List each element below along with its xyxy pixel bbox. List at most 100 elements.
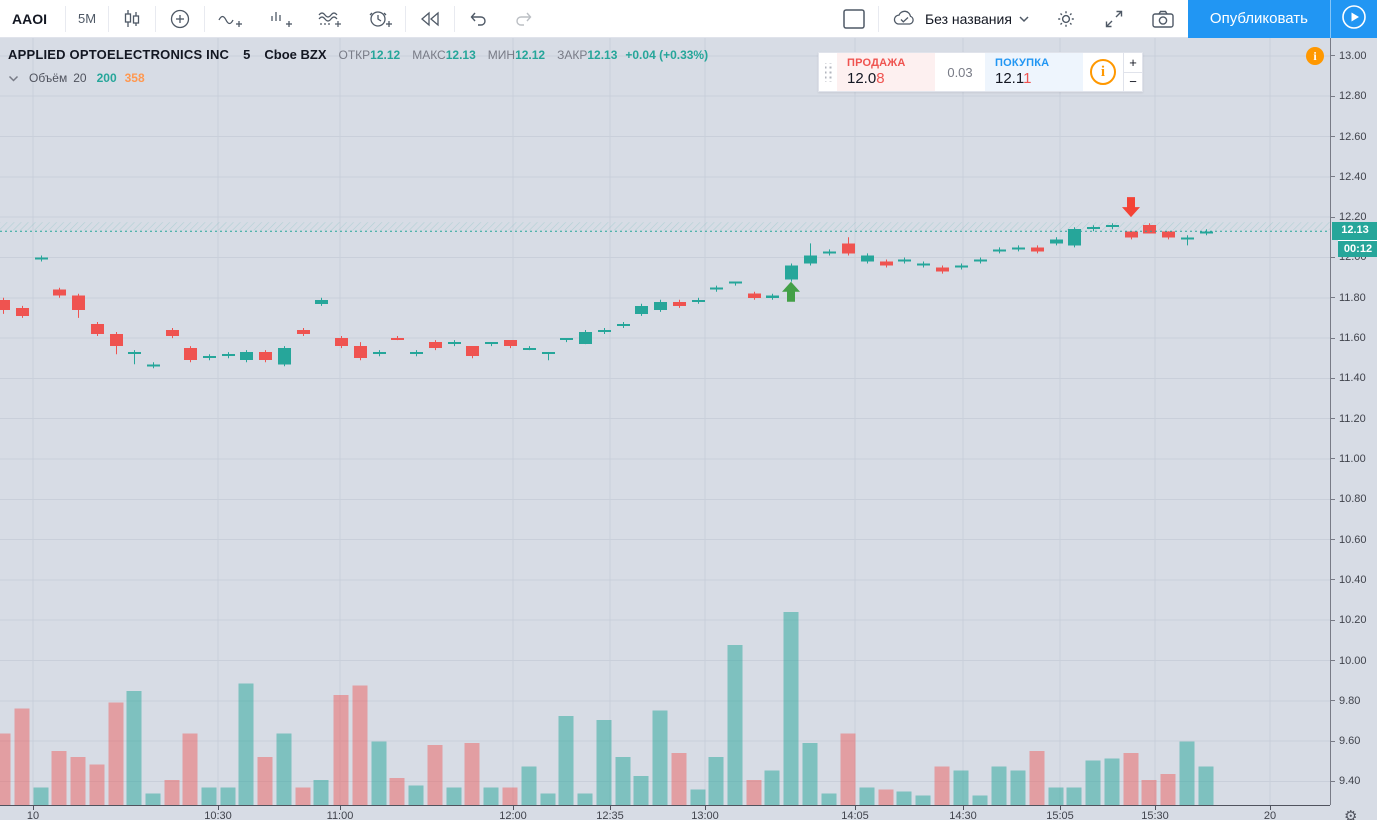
candle-body bbox=[917, 263, 930, 266]
undo-button[interactable] bbox=[455, 0, 501, 37]
candle-body bbox=[1050, 239, 1063, 244]
interval-button[interactable]: 5M bbox=[66, 0, 108, 37]
volume-bar bbox=[371, 741, 387, 805]
volume-bar bbox=[1123, 752, 1139, 805]
decrease-button[interactable]: − bbox=[1124, 72, 1142, 91]
indicators-button[interactable] bbox=[205, 0, 255, 37]
time-axis[interactable]: 10 10:30 11:00 12:00 12:35 13:00 14:05 14:30 15:… bbox=[0, 805, 1330, 820]
candle-body bbox=[823, 251, 836, 254]
buy-button[interactable]: ПОКУПКА 12.11 bbox=[985, 53, 1083, 91]
layout-name-label: Без названия bbox=[924, 10, 1012, 27]
legend-low: МИН12.12 bbox=[487, 48, 546, 62]
fullscreen-button[interactable] bbox=[1090, 0, 1138, 37]
candle-body bbox=[297, 330, 310, 335]
price-tick-mark bbox=[1331, 377, 1335, 379]
volume-bar bbox=[1085, 760, 1101, 805]
volume-bar bbox=[1198, 766, 1214, 805]
volume-bar bbox=[521, 766, 537, 805]
volume-bar bbox=[615, 756, 631, 805]
candle-body bbox=[785, 265, 798, 280]
candle-body bbox=[110, 334, 123, 347]
symbol-search-button[interactable]: AAOI bbox=[0, 0, 65, 37]
price-tick-label: 10.60 bbox=[1339, 533, 1367, 546]
symbol-legend: APPLIED OPTOELECTRONICS INC 5 Cboe BZX О… bbox=[8, 47, 708, 62]
volume-bar bbox=[558, 716, 574, 805]
volume-bar bbox=[257, 756, 273, 805]
volume-bar bbox=[1160, 774, 1176, 805]
volume-bar bbox=[1066, 787, 1082, 805]
price-tick-mark bbox=[1331, 297, 1335, 299]
candle-body bbox=[91, 323, 104, 335]
volume-bar bbox=[991, 766, 1007, 805]
candle-body bbox=[147, 364, 160, 367]
candle-body bbox=[635, 305, 648, 314]
candlestick-chart[interactable] bbox=[0, 38, 1330, 820]
price-tick-mark bbox=[1331, 136, 1335, 138]
fund-metrics-button[interactable] bbox=[255, 0, 305, 37]
spread-value: 0.03 bbox=[935, 53, 985, 91]
current-price-badge: 12.13 bbox=[1332, 222, 1377, 241]
candle-body bbox=[955, 265, 968, 268]
sell-button[interactable]: ПРОДАЖА 12.08 bbox=[837, 53, 935, 91]
legend-collapse-chevron-icon[interactable] bbox=[8, 75, 19, 82]
candle-body bbox=[373, 352, 386, 355]
redo-button[interactable] bbox=[501, 0, 547, 37]
candle-body bbox=[1125, 231, 1138, 238]
time-tick-label: 12:00 bbox=[499, 810, 527, 820]
volume-bar bbox=[145, 793, 161, 805]
buy-marker-arrow-icon[interactable] bbox=[782, 281, 800, 302]
candle-body bbox=[222, 354, 235, 357]
volume-label[interactable]: Объём bbox=[29, 71, 67, 85]
snapshot-button[interactable] bbox=[1138, 0, 1188, 37]
price-tick-label: 10.80 bbox=[1339, 493, 1367, 506]
chart-style-button[interactable] bbox=[109, 0, 155, 37]
candle-body bbox=[1068, 229, 1081, 246]
layout-select-button[interactable] bbox=[830, 0, 878, 37]
price-tick-label: 13.00 bbox=[1339, 49, 1367, 62]
price-tick-label: 11.00 bbox=[1339, 452, 1366, 465]
publish-button[interactable]: Опубликовать bbox=[1187, 0, 1330, 38]
legend-symbol-name[interactable]: APPLIED OPTOELECTRONICS INC bbox=[8, 47, 229, 62]
redo-icon bbox=[513, 8, 535, 30]
candle-body bbox=[166, 330, 179, 337]
candle-body bbox=[16, 307, 29, 316]
candle-body bbox=[579, 332, 592, 345]
tradingview-app: AAOI 5M Без названия Опубликовать APPLIE… bbox=[0, 0, 1377, 820]
price-tick-label: 10.20 bbox=[1339, 614, 1367, 627]
price-axis[interactable]: 13.0012.8012.6012.4012.2012.0011.8011.60… bbox=[1330, 38, 1377, 805]
volume-bar bbox=[201, 787, 217, 805]
trading-info-button[interactable]: i bbox=[1083, 53, 1123, 91]
rewind-icon bbox=[418, 7, 442, 31]
volume-bar bbox=[708, 756, 724, 805]
buy-price: 12.11 bbox=[995, 70, 1032, 87]
candle-body bbox=[1181, 237, 1194, 240]
data-info-icon[interactable]: i bbox=[1306, 47, 1324, 65]
candle-body bbox=[278, 348, 291, 365]
chart-properties-button[interactable] bbox=[1042, 0, 1090, 37]
drag-handle-icon[interactable] bbox=[819, 53, 837, 91]
candle-body bbox=[560, 338, 573, 341]
sell-marker-arrow-icon[interactable] bbox=[1122, 197, 1140, 218]
volume-bar bbox=[108, 702, 124, 805]
candle-body bbox=[259, 352, 272, 361]
bar-metrics-icon bbox=[267, 7, 293, 31]
candle-body bbox=[861, 255, 874, 262]
price-tick-label: 9.80 bbox=[1339, 694, 1361, 707]
bar-replay-button[interactable] bbox=[406, 0, 454, 37]
price-tick-mark bbox=[1331, 216, 1335, 218]
alert-button[interactable] bbox=[355, 0, 405, 37]
gear-icon bbox=[1054, 7, 1078, 31]
price-tick-mark bbox=[1331, 256, 1335, 258]
volume-bar bbox=[446, 787, 462, 805]
candle-body bbox=[974, 259, 987, 262]
axis-settings-gear-icon[interactable]: ⚙ bbox=[1344, 807, 1357, 820]
volume-bar bbox=[783, 612, 799, 805]
publish-idea-play-button[interactable] bbox=[1331, 0, 1377, 38]
compare-button[interactable] bbox=[156, 0, 204, 37]
candle-body bbox=[504, 340, 517, 347]
patterns-button[interactable] bbox=[305, 0, 355, 37]
buy-label: ПОКУПКА bbox=[995, 57, 1050, 69]
save-layout-button[interactable]: Без названия bbox=[879, 0, 1042, 37]
price-tick-label: 12.60 bbox=[1339, 130, 1367, 143]
increase-button[interactable]: + bbox=[1124, 53, 1142, 73]
